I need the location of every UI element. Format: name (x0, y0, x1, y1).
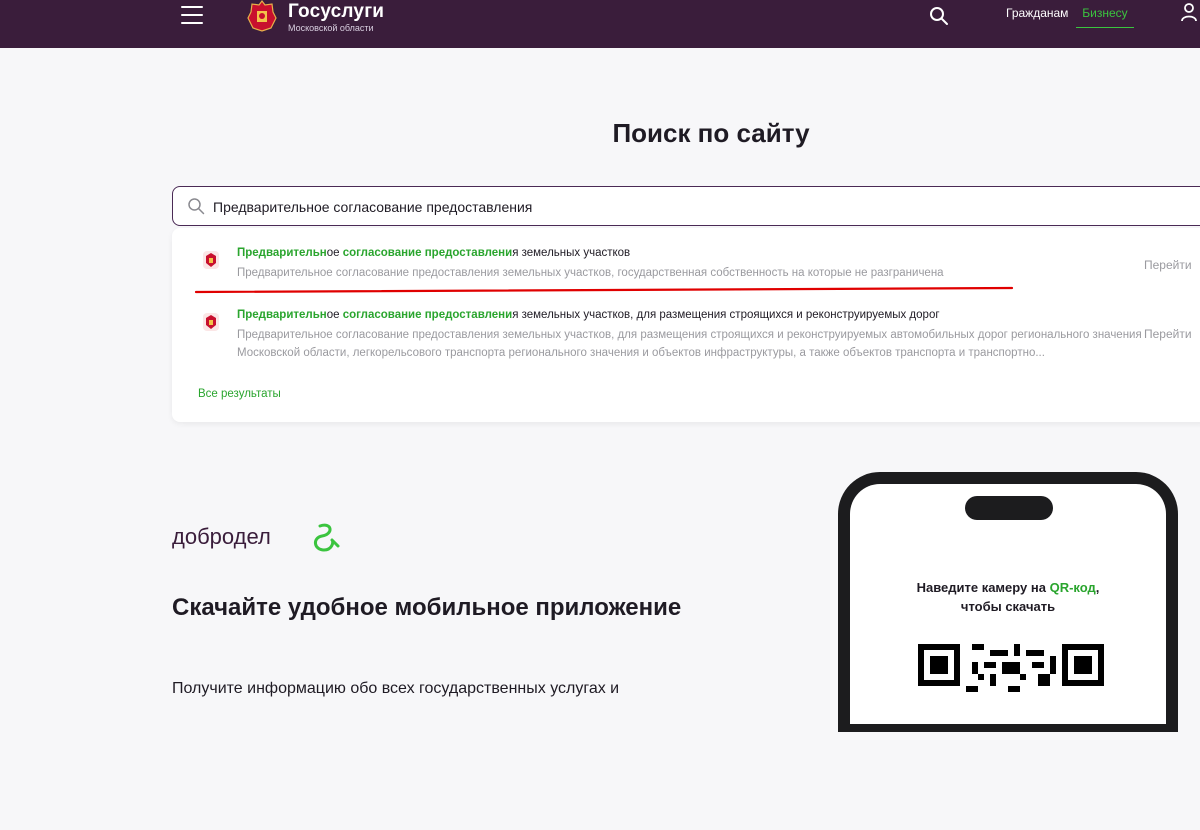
result-description: Предварительное согласование предоставле… (237, 267, 944, 279)
dobrodel-logo: добродел (172, 523, 340, 552)
all-results-link[interactable]: Все результаты (198, 388, 281, 400)
result-go-link[interactable]: Перейти (1144, 327, 1192, 341)
result-title[interactable]: Предварительное согласование предоставле… (237, 247, 630, 259)
top-header: Госуслуги Московской области Гражданам Б… (0, 0, 1200, 48)
annotation-underline (194, 286, 1014, 294)
emblem-icon (203, 313, 219, 331)
search-result[interactable]: Предварительное согласование предоставле… (172, 228, 1200, 288)
search-results-dropdown: Предварительное согласование предоставле… (172, 228, 1200, 422)
result-title[interactable]: Предварительное согласование предоставле… (237, 309, 940, 321)
search-input[interactable] (211, 195, 1115, 219)
search-result[interactable]: Предварительное согласование предоставле… (172, 302, 1200, 372)
menu-icon[interactable] (181, 6, 203, 24)
phone-screen: Наведите камеру на QR-код, чтобы скачать (850, 484, 1166, 724)
page-title: Поиск по сайту (612, 118, 810, 148)
logo-subtitle: Московской области (288, 23, 374, 33)
qr-caption: Наведите камеру на QR-код, чтобы скачать (916, 580, 1100, 614)
result-go-link[interactable]: Перейти (1144, 258, 1192, 272)
nav-business[interactable]: Бизнесу (1076, 6, 1134, 28)
search-box[interactable] (172, 186, 1200, 226)
emblem-icon[interactable] (247, 0, 277, 32)
search-icon (188, 198, 205, 215)
dobrodel-brand-text: добродел (172, 524, 271, 549)
app-description: Получите информацию обо всех государстве… (172, 680, 620, 697)
qr-code (918, 644, 1104, 692)
app-heading: Скачайте удобное мобильное приложение (172, 594, 682, 621)
result-description: Предварительное согласование предоставле… (237, 329, 1142, 359)
nav-citizens[interactable]: Гражданам (1006, 6, 1068, 20)
logo-title[interactable]: Госуслуги (288, 1, 384, 23)
emblem-icon (203, 251, 219, 269)
phone-notch (965, 496, 1053, 520)
phone-mockup: Наведите камеру на QR-код, чтобы скачать (838, 472, 1178, 732)
user-icon[interactable] (1180, 2, 1198, 22)
search-icon[interactable] (929, 6, 949, 26)
